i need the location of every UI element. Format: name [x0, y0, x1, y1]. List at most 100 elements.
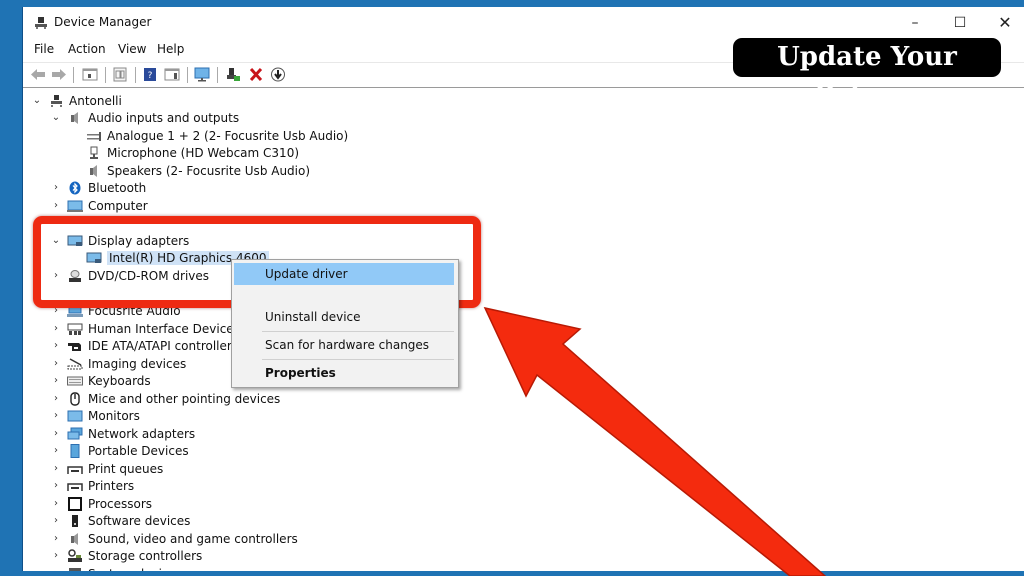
tree-category[interactable]: ⌄ Display adapters: [51, 232, 189, 249]
network-audio-icon: [67, 304, 83, 317]
help-icon[interactable]: ?: [141, 66, 159, 83]
microphone-icon: [90, 146, 98, 159]
tree-category[interactable]: › IDE ATA/ATAPI controllers: [51, 337, 238, 354]
chevron-down-icon[interactable]: ⌄: [51, 235, 61, 246]
tree-category[interactable]: › Computer: [51, 197, 148, 214]
tree-category[interactable]: › Processors: [51, 495, 152, 512]
action-pane-icon[interactable]: [163, 66, 181, 83]
software-device-icon: [72, 514, 78, 527]
maximize-button[interactable]: ☐: [940, 11, 980, 35]
category-label: Keyboards: [88, 373, 151, 388]
chevron-right-icon[interactable]: ›: [51, 463, 61, 474]
tree-category[interactable]: › Monitors: [51, 407, 140, 424]
chevron-right-icon[interactable]: ›: [51, 305, 61, 316]
window-title: Device Manager: [54, 15, 152, 29]
context-menu-label: Scan for hardware changes: [265, 338, 430, 352]
chevron-right-icon[interactable]: ›: [51, 515, 61, 526]
enable-device-icon[interactable]: [224, 66, 242, 83]
context-menu-label: Properties: [265, 366, 336, 380]
close-button[interactable]: ✕: [985, 11, 1024, 35]
tree-category[interactable]: › Portable Devices: [51, 442, 189, 459]
chevron-down-icon[interactable]: ⌄: [32, 95, 42, 106]
menu-view[interactable]: View: [118, 42, 146, 56]
context-menu-uninstall-device[interactable]: Uninstall device: [234, 306, 454, 328]
toolbar-separator: [135, 67, 136, 83]
tree-category[interactable]: › Print queues: [51, 460, 163, 477]
menu-file[interactable]: File: [34, 42, 54, 56]
chevron-right-icon[interactable]: ›: [51, 270, 61, 281]
tree-category[interactable]: › Bluetooth: [51, 179, 146, 196]
update-driver-icon[interactable]: [269, 66, 287, 83]
category-label: DVD/CD-ROM drives: [88, 268, 210, 283]
chevron-right-icon[interactable]: ›: [51, 568, 61, 571]
uninstall-device-icon[interactable]: [247, 66, 265, 83]
tree-category[interactable]: ⌄ Audio inputs and outputs: [51, 109, 239, 126]
chevron-right-icon[interactable]: ›: [51, 445, 61, 456]
network-adapter-icon: [67, 427, 83, 439]
tree-root[interactable]: ⌄ Antonelli: [32, 92, 122, 109]
minimize-button[interactable]: –: [895, 11, 935, 35]
context-menu-scan-hardware[interactable]: Scan for hardware changes: [234, 334, 454, 356]
chevron-right-icon[interactable]: ›: [51, 182, 61, 193]
tree-category[interactable]: › Printers: [51, 477, 134, 494]
chevron-right-icon[interactable]: ›: [51, 393, 61, 404]
menu-action[interactable]: Action: [68, 42, 106, 56]
tree-category[interactable]: › Human Interface Devices: [51, 320, 240, 337]
back-arrow-icon[interactable]: [29, 66, 47, 83]
chevron-right-icon[interactable]: ›: [51, 410, 61, 421]
tree-category[interactable]: › Mice and other pointing devices: [51, 390, 280, 407]
chevron-right-icon[interactable]: ›: [51, 550, 61, 561]
audio-line-icon: [87, 131, 101, 141]
svg-text:?: ?: [148, 71, 153, 81]
category-label: Printers: [88, 478, 135, 493]
context-menu-properties[interactable]: Properties: [234, 362, 454, 384]
context-menu-update-driver[interactable]: Update driver: [234, 263, 454, 285]
monitor-icon: [67, 410, 83, 421]
menu-help[interactable]: Help: [157, 42, 184, 56]
processor-icon: [68, 496, 82, 511]
tree-category[interactable]: › Software devices: [51, 512, 190, 529]
toolbar-separator: [217, 67, 218, 83]
category-label: Audio inputs and outputs: [88, 110, 240, 125]
tree-category[interactable]: › Focusrite Audio: [51, 302, 181, 319]
show-hide-console-tree-icon[interactable]: [81, 66, 99, 83]
category-label: Print queues: [88, 461, 164, 476]
tree-category[interactable]: › System devices: [51, 565, 182, 571]
forward-arrow-icon[interactable]: [50, 66, 68, 83]
chevron-right-icon[interactable]: ›: [51, 375, 61, 386]
category-label: Mice and other pointing devices: [88, 391, 281, 406]
tree-device[interactable]: Analogue 1 + 2 (2- Focusrite Usb Audio): [86, 127, 348, 144]
chevron-right-icon[interactable]: ›: [51, 533, 61, 544]
category-label: Human Interface Devices: [88, 321, 240, 336]
display-adapter-icon: [86, 252, 102, 263]
chevron-right-icon[interactable]: ›: [51, 480, 61, 491]
scan-hardware-icon[interactable]: [193, 66, 211, 83]
tree-category[interactable]: › Imaging devices: [51, 355, 186, 372]
chevron-down-icon[interactable]: ⌄: [51, 112, 61, 123]
tree-category[interactable]: › DVD/CD-ROM drives: [51, 267, 209, 284]
mouse-icon: [70, 391, 80, 406]
chevron-right-icon[interactable]: ›: [51, 323, 61, 334]
print-queue-icon: [67, 465, 83, 474]
title-banner: Update Your Drivers: [733, 38, 1001, 111]
tree-device[interactable]: Microphone (HD Webcam C310): [86, 144, 299, 161]
tree-category[interactable]: › Sound, video and game controllers: [51, 530, 298, 547]
portable-device-icon: [70, 443, 80, 458]
tree-device[interactable]: Speakers (2- Focusrite Usb Audio): [86, 162, 310, 179]
tree-category[interactable]: › Keyboards: [51, 372, 151, 389]
category-label: IDE ATA/ATAPI controllers: [88, 338, 239, 353]
chevron-right-icon[interactable]: ›: [51, 498, 61, 509]
chevron-right-icon[interactable]: ›: [51, 428, 61, 439]
system-device-icon: [69, 567, 81, 571]
tree-category[interactable]: › Storage controllers: [51, 547, 202, 564]
tree-category[interactable]: › Network adapters: [51, 425, 195, 442]
dvd-drive-icon: [69, 269, 81, 282]
chevron-right-icon[interactable]: ›: [51, 200, 61, 211]
imaging-device-icon: [67, 357, 83, 369]
toolbar-separator: [187, 67, 188, 83]
chevron-right-icon[interactable]: ›: [51, 358, 61, 369]
category-label: Storage controllers: [88, 548, 203, 563]
chevron-right-icon[interactable]: ›: [51, 340, 61, 351]
device-label: Microphone (HD Webcam C310): [107, 145, 300, 160]
properties-icon[interactable]: [111, 66, 129, 83]
